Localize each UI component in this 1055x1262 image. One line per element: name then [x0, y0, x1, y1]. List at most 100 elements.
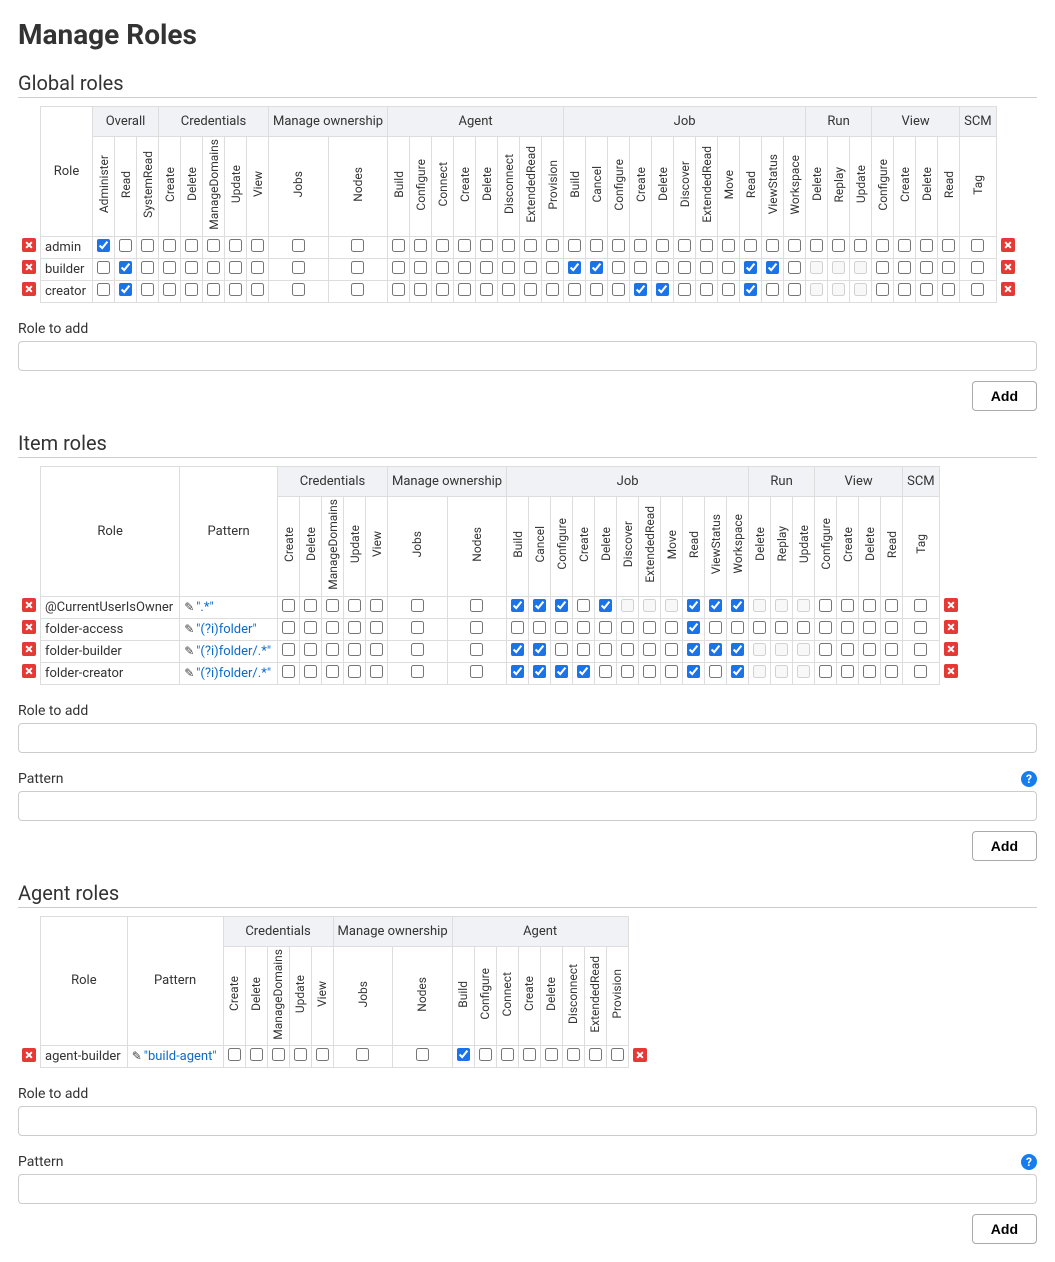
perm-checkbox[interactable] [567, 1048, 580, 1061]
perm-checkbox[interactable] [304, 621, 317, 634]
perm-checkbox[interactable] [700, 283, 713, 296]
perm-checkbox[interactable] [282, 599, 295, 612]
perm-checkbox[interactable] [207, 283, 220, 296]
perm-checkbox[interactable] [351, 283, 364, 296]
perm-checkbox[interactable] [819, 643, 832, 656]
perm-checkbox[interactable] [709, 621, 722, 634]
perm-checkbox[interactable] [731, 665, 744, 678]
perm-checkbox[interactable] [411, 599, 424, 612]
perm-checkbox[interactable] [665, 665, 678, 678]
perm-checkbox[interactable] [841, 643, 854, 656]
perm-checkbox[interactable] [678, 283, 691, 296]
perm-checkbox[interactable] [665, 643, 678, 656]
perm-checkbox[interactable] [480, 239, 493, 252]
perm-checkbox[interactable] [841, 599, 854, 612]
perm-checkbox[interactable] [251, 283, 264, 296]
perm-checkbox[interactable] [97, 261, 110, 274]
perm-checkbox[interactable] [634, 239, 647, 252]
perm-checkbox[interactable] [228, 1048, 241, 1061]
perm-checkbox[interactable] [577, 665, 590, 678]
perm-checkbox[interactable] [185, 283, 198, 296]
perm-checkbox[interactable] [457, 1048, 470, 1061]
perm-checkbox[interactable] [678, 239, 691, 252]
perm-checkbox[interactable] [687, 599, 700, 612]
perm-checkbox[interactable] [678, 261, 691, 274]
perm-checkbox[interactable] [436, 283, 449, 296]
perm-checkbox[interactable] [687, 643, 700, 656]
perm-checkbox[interactable] [709, 665, 722, 678]
perm-checkbox[interactable] [480, 261, 493, 274]
perm-checkbox[interactable] [863, 643, 876, 656]
perm-checkbox[interactable] [876, 261, 889, 274]
perm-checkbox[interactable] [731, 599, 744, 612]
perm-checkbox[interactable] [316, 1048, 329, 1061]
perm-checkbox[interactable] [141, 283, 154, 296]
global-role-to-add-input[interactable] [18, 341, 1037, 371]
perm-checkbox[interactable] [523, 1048, 536, 1061]
perm-checkbox[interactable] [766, 239, 779, 252]
perm-checkbox[interactable] [326, 621, 339, 634]
perm-checkbox[interactable] [863, 621, 876, 634]
perm-checkbox[interactable] [971, 261, 984, 274]
perm-checkbox[interactable] [898, 239, 911, 252]
perm-checkbox[interactable] [914, 599, 927, 612]
perm-checkbox[interactable] [971, 283, 984, 296]
delete-role-icon[interactable] [22, 282, 36, 296]
perm-checkbox[interactable] [611, 1048, 624, 1061]
perm-checkbox[interactable] [546, 283, 559, 296]
perm-checkbox[interactable] [621, 621, 634, 634]
perm-checkbox[interactable] [568, 261, 581, 274]
perm-checkbox[interactable] [207, 239, 220, 252]
perm-checkbox[interactable] [898, 283, 911, 296]
perm-checkbox[interactable] [832, 239, 845, 252]
perm-checkbox[interactable] [411, 665, 424, 678]
perm-checkbox[interactable] [546, 239, 559, 252]
perm-checkbox[interactable] [351, 239, 364, 252]
perm-checkbox[interactable] [251, 239, 264, 252]
perm-checkbox[interactable] [119, 283, 132, 296]
perm-checkbox[interactable] [163, 239, 176, 252]
delete-role-icon[interactable] [22, 1048, 36, 1062]
perm-checkbox[interactable] [914, 621, 927, 634]
perm-checkbox[interactable] [282, 665, 295, 678]
perm-checkbox[interactable] [643, 621, 656, 634]
perm-checkbox[interactable] [788, 261, 801, 274]
perm-checkbox[interactable] [207, 261, 220, 274]
pattern-link[interactable]: "(?i)folder/.*" [196, 666, 271, 681]
edit-pattern-icon[interactable]: ✎ [184, 600, 194, 614]
perm-checkbox[interactable] [292, 239, 305, 252]
delete-role-icon[interactable] [22, 260, 36, 274]
perm-checkbox[interactable] [599, 621, 612, 634]
perm-checkbox[interactable] [555, 665, 568, 678]
perm-checkbox[interactable] [370, 599, 383, 612]
pattern-link[interactable]: "build-agent" [144, 1049, 217, 1064]
agent-role-to-add-input[interactable] [18, 1106, 1037, 1136]
delete-role-icon[interactable] [22, 238, 36, 252]
edit-pattern-icon[interactable]: ✎ [184, 622, 194, 636]
perm-checkbox[interactable] [326, 643, 339, 656]
perm-checkbox[interactable] [753, 621, 766, 634]
perm-checkbox[interactable] [687, 621, 700, 634]
perm-checkbox[interactable] [470, 665, 483, 678]
perm-checkbox[interactable] [797, 621, 810, 634]
perm-checkbox[interactable] [470, 643, 483, 656]
item-add-button[interactable]: Add [972, 831, 1037, 861]
perm-checkbox[interactable] [722, 261, 735, 274]
perm-checkbox[interactable] [414, 239, 427, 252]
edit-pattern-icon[interactable]: ✎ [132, 1049, 142, 1063]
perm-checkbox[interactable] [304, 599, 317, 612]
perm-checkbox[interactable] [920, 239, 933, 252]
perm-checkbox[interactable] [356, 1048, 369, 1061]
perm-checkbox[interactable] [568, 283, 581, 296]
perm-checkbox[interactable] [414, 283, 427, 296]
perm-checkbox[interactable] [163, 283, 176, 296]
perm-checkbox[interactable] [97, 239, 110, 252]
perm-checkbox[interactable] [282, 621, 295, 634]
perm-checkbox[interactable] [185, 261, 198, 274]
perm-checkbox[interactable] [656, 239, 669, 252]
perm-checkbox[interactable] [643, 665, 656, 678]
delete-role-icon[interactable] [1001, 282, 1015, 296]
perm-checkbox[interactable] [942, 239, 955, 252]
perm-checkbox[interactable] [414, 261, 427, 274]
delete-role-icon[interactable] [22, 598, 36, 612]
